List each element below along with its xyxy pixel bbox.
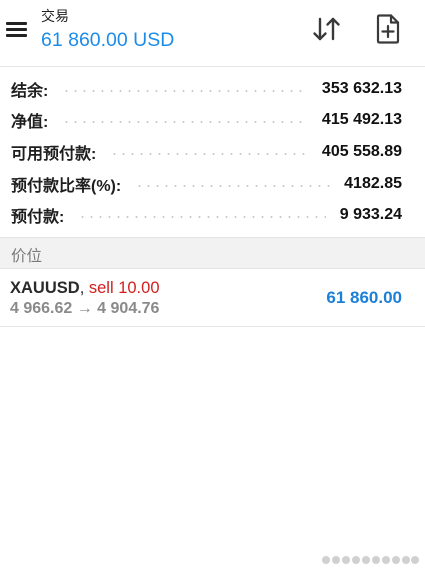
free-margin-value: 405 558.89 bbox=[321, 142, 402, 160]
position-price-change: 4 966.62 → 4 904.76 bbox=[10, 300, 160, 317]
summary-row-balance: 结余: 353 632.13 bbox=[0, 73, 425, 105]
balance-display: 61 860.00 USD bbox=[41, 29, 175, 51]
equity-label: 净值: bbox=[11, 114, 49, 132]
price-section-header: 价位 bbox=[0, 237, 425, 269]
margin-value: 9 933.24 bbox=[339, 206, 402, 224]
margin-level-label: 预付款比率(%): bbox=[11, 177, 122, 195]
dotted-leader bbox=[135, 184, 331, 187]
watermark-logo bbox=[322, 556, 419, 564]
dotted-leader bbox=[62, 121, 308, 124]
page-title: 交易 bbox=[41, 8, 69, 24]
account-summary: 结余: 353 632.13 净值: 415 492.13 可用预付款: 405… bbox=[0, 73, 425, 231]
summary-row-equity: 净值: 415 492.13 bbox=[0, 105, 425, 137]
balance-label: 结余: bbox=[11, 82, 49, 100]
position-symbol: XAUUSD bbox=[10, 279, 80, 297]
free-margin-label: 可用预付款: bbox=[11, 145, 97, 163]
margin-level-value: 4182.85 bbox=[344, 174, 402, 192]
summary-row-margin: 预付款: 9 933.24 bbox=[0, 199, 425, 231]
position-profit: 61 860.00 bbox=[326, 288, 402, 307]
new-document-icon[interactable] bbox=[376, 14, 400, 44]
margin-label: 预付款: bbox=[11, 209, 65, 227]
summary-row-margin-level: 预付款比率(%): 4182.85 bbox=[0, 168, 425, 200]
dotted-leader bbox=[110, 152, 308, 155]
equity-value: 415 492.13 bbox=[321, 111, 402, 129]
top-bar: 交易 61 860.00 USD bbox=[0, 0, 425, 67]
sort-arrows-icon[interactable] bbox=[312, 16, 342, 42]
menu-icon[interactable] bbox=[6, 20, 28, 38]
position-separator: , bbox=[79, 279, 89, 297]
dotted-leader bbox=[62, 89, 308, 92]
position-row[interactable]: XAUUSD, sell 10.00 4 966.62 → 4 904.76 6… bbox=[0, 270, 425, 327]
dotted-leader bbox=[78, 216, 326, 219]
price-section-label: 价位 bbox=[11, 248, 43, 265]
summary-row-free-margin: 可用预付款: 405 558.89 bbox=[0, 136, 425, 168]
balance-value: 353 632.13 bbox=[321, 79, 402, 97]
position-title: XAUUSD, sell 10.00 bbox=[10, 279, 160, 298]
position-type: sell 10.00 bbox=[88, 279, 160, 297]
